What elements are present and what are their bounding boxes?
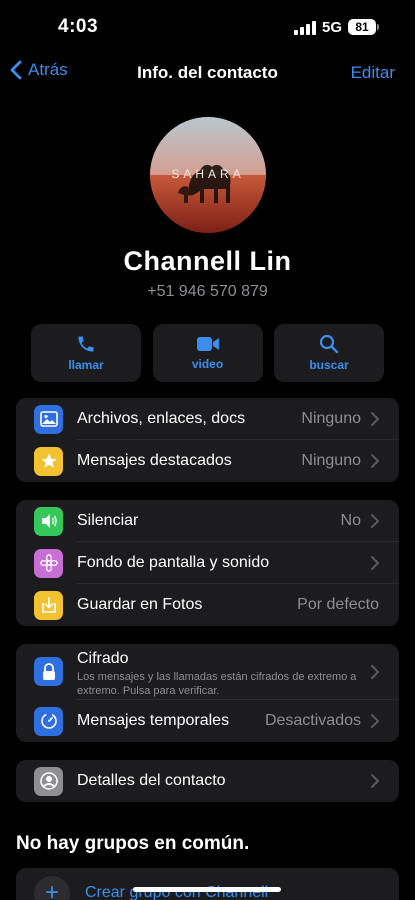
settings-card: Silenciar No Fondo de pantalla y sonido … — [16, 500, 399, 626]
chevron-right-icon — [371, 412, 379, 426]
edit-button[interactable]: Editar — [351, 63, 395, 83]
row-value: Desactivados — [264, 712, 361, 729]
search-button[interactable]: buscar — [274, 324, 384, 382]
timer-icon — [34, 706, 63, 736]
back-button[interactable]: Atrás — [10, 60, 68, 80]
flower-icon — [34, 548, 63, 578]
chevron-right-icon — [371, 774, 379, 788]
groups-section-title: No hay grupos en común. — [16, 833, 250, 854]
battery-tip — [377, 24, 379, 30]
chevron-right-icon — [371, 454, 379, 468]
contact-phone[interactable]: +51 946 570 879 — [0, 283, 415, 301]
row-label: Mensajes destacados — [77, 452, 232, 469]
row-value: Ninguno — [301, 452, 361, 469]
video-icon — [196, 337, 219, 351]
signal-icon — [294, 21, 316, 35]
plus-icon: + — [34, 876, 70, 900]
home-indicator[interactable] — [133, 887, 281, 892]
wallpaper-sound-row[interactable]: Fondo de pantalla y sonido — [16, 542, 399, 584]
contact-details-row[interactable]: Detalles del contacto — [16, 760, 399, 802]
row-label: Silenciar — [77, 512, 139, 529]
save-to-photos-row[interactable]: Guardar en Fotos Por defecto — [16, 584, 399, 626]
temporary-messages-row[interactable]: Mensajes temporales Desactivados — [16, 700, 399, 742]
row-value: Ninguno — [301, 410, 361, 427]
phone-icon — [78, 336, 94, 352]
contact-name: Channell Lin — [123, 246, 292, 276]
chevron-right-icon — [371, 714, 379, 728]
encryption-row[interactable]: Cifrado Los mensajes y las llamadas está… — [16, 644, 399, 700]
nav-bar: Atrás Info. del contacto Editar — [0, 56, 415, 90]
search-icon — [319, 334, 339, 354]
row-label: Cifrado — [77, 650, 129, 667]
lock-icon — [34, 657, 63, 686]
chevron-left-icon — [10, 60, 22, 80]
row-label: Guardar en Fotos — [77, 596, 203, 613]
chevron-right-icon — [371, 665, 379, 679]
row-label: Archivos, enlaces, docs — [77, 410, 246, 427]
video-label: video — [191, 357, 224, 371]
mute-row[interactable]: Silenciar No — [16, 500, 399, 542]
photo-icon — [34, 404, 63, 434]
save-icon — [34, 590, 63, 620]
media-card: Archivos, enlaces, docs Ninguno Mensajes… — [16, 398, 399, 482]
encryption-description: Los mensajes y las llamadas están cifrad… — [77, 671, 357, 697]
avatar[interactable]: SAHARA — [150, 117, 266, 233]
row-value: Por defecto — [297, 596, 379, 613]
search-label: buscar — [309, 358, 349, 372]
star-icon — [34, 446, 63, 476]
speaker-icon — [34, 506, 63, 536]
contact-details-card: Detalles del contacto — [16, 760, 399, 802]
avatar-text: SAHARA — [171, 167, 245, 181]
row-value: No — [340, 512, 361, 529]
row-label: Mensajes temporales — [77, 712, 230, 729]
battery-icon: 81 — [348, 19, 376, 35]
contact-icon — [34, 766, 63, 796]
call-label: llamar — [68, 358, 104, 372]
back-label: Atrás — [28, 60, 68, 79]
action-buttons: llamar video buscar — [31, 324, 384, 382]
status-time: 4:03 — [58, 16, 99, 37]
status-bar: 4:03 5G 81 — [0, 0, 415, 52]
security-card: Cifrado Los mensajes y las llamadas está… — [16, 644, 399, 742]
chevron-right-icon — [371, 556, 379, 570]
video-button[interactable]: video — [152, 324, 263, 382]
chevron-right-icon — [371, 514, 379, 528]
create-group-button[interactable]: + Crear grupo con Channell — [16, 868, 399, 900]
network-type: 5G — [322, 19, 343, 36]
row-label: Fondo de pantalla y sonido — [77, 554, 270, 571]
row-label: Detalles del contacto — [77, 772, 226, 789]
call-button[interactable]: llamar — [31, 324, 141, 382]
starred-messages-row[interactable]: Mensajes destacados Ninguno — [16, 440, 399, 482]
files-links-docs-row[interactable]: Archivos, enlaces, docs Ninguno — [16, 398, 399, 440]
